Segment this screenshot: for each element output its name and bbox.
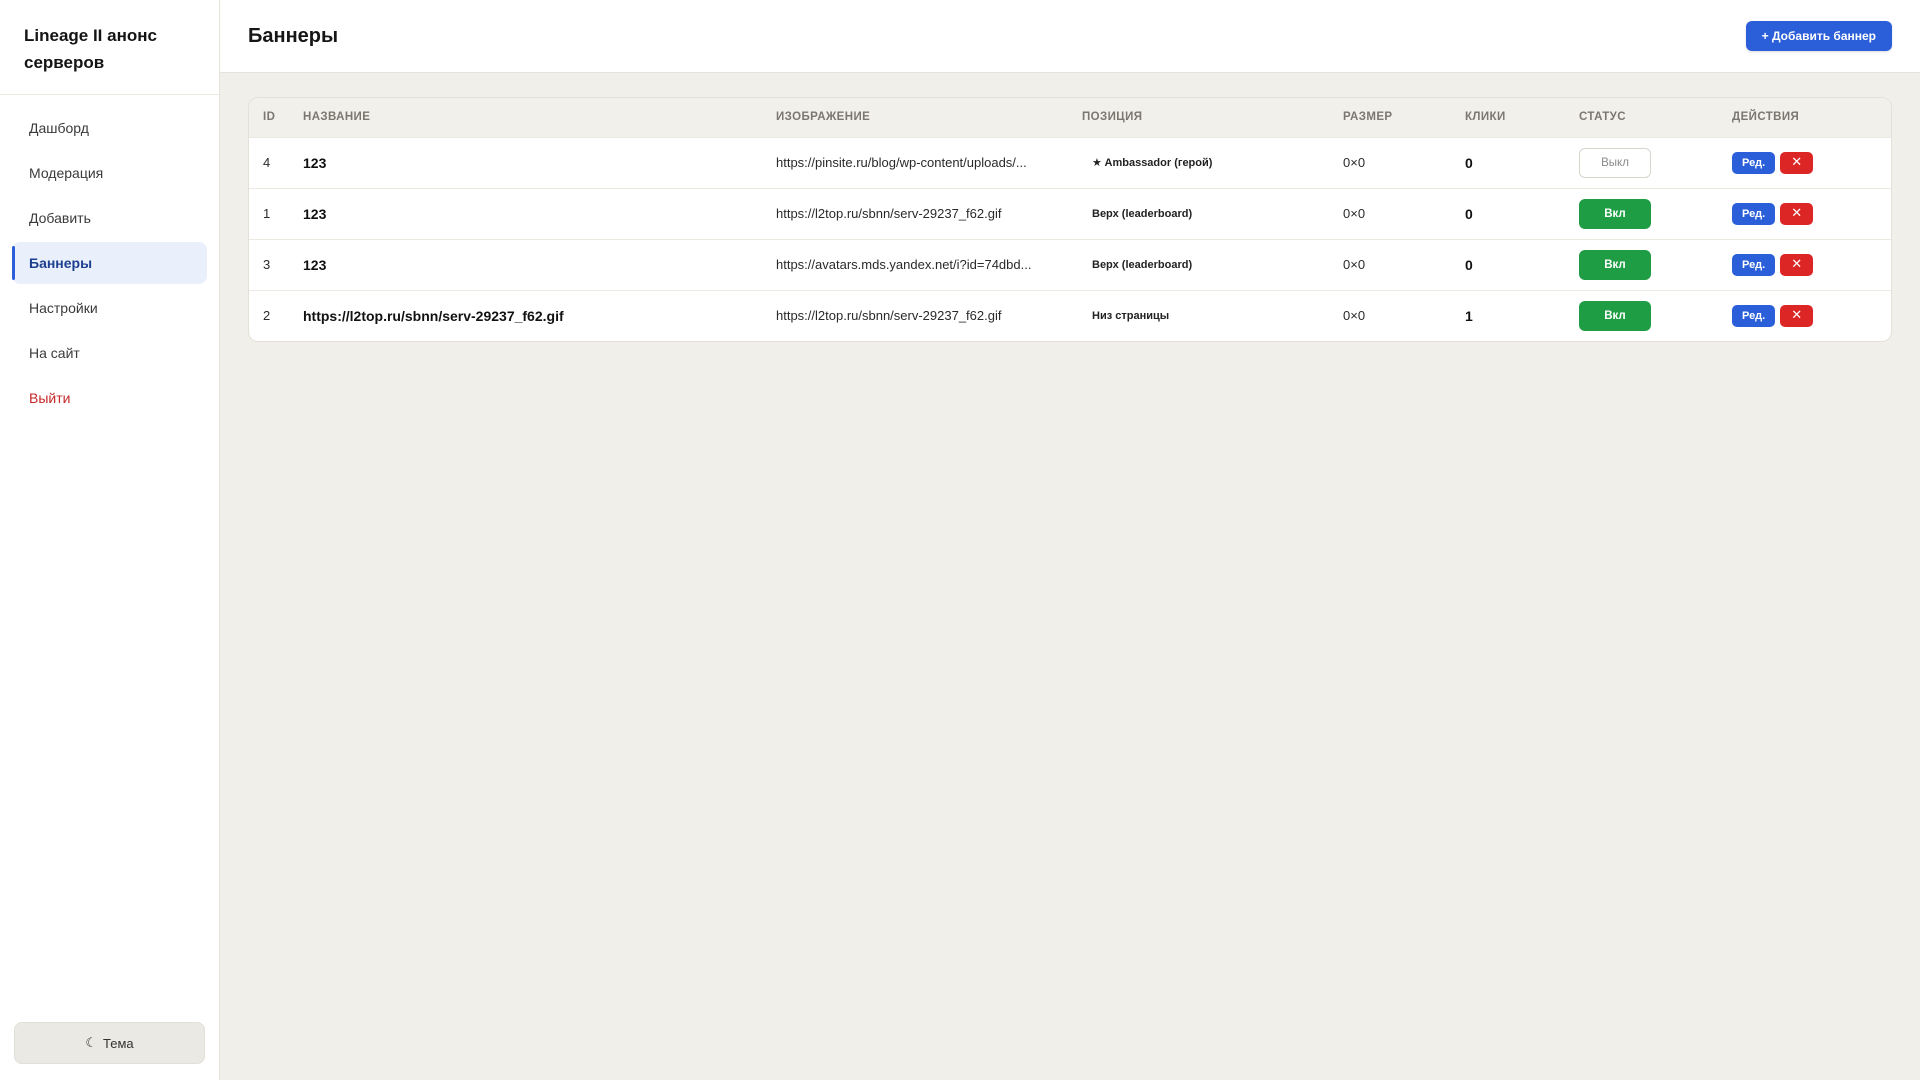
- cell-image: https://l2top.ru/sbnn/serv-29237_f62.gif: [776, 308, 1002, 324]
- sidebar: Lineage II анонс серверов Дашборд Модера…: [0, 0, 220, 1080]
- sidebar-item-to-site[interactable]: На сайт: [12, 332, 207, 374]
- page-title: Баннеры: [248, 24, 339, 47]
- edit-button[interactable]: Ред.: [1732, 151, 1776, 174]
- cell-image: https://l2top.ru/sbnn/serv-29237_f62.gif: [776, 206, 1002, 221]
- cell-clicks: 0: [1465, 154, 1473, 171]
- cell-status: Вкл: [1565, 290, 1718, 341]
- app-root: Lineage II анонс серверов Дашборд Модера…: [0, 0, 1920, 1080]
- table-row: 3 123 https://avatars.mds.yandex.net/i?i…: [249, 239, 1891, 290]
- cell-status: Вкл: [1565, 239, 1718, 290]
- status-toggle-button[interactable]: Вкл: [1579, 198, 1651, 229]
- row-actions: Ред. ✕: [1732, 253, 1891, 276]
- brand-line-1: Lineage II анонс: [24, 26, 157, 45]
- table-row: 2 https://l2top.ru/sbnn/serv-29237_f62.g…: [249, 290, 1891, 341]
- row-actions: Ред. ✕: [1732, 151, 1891, 174]
- table-header-row: ID НАЗВАНИЕ ИЗОБРАЖЕНИЕ ПОЗИЦИЯ РАЗМЕР К…: [249, 98, 1891, 137]
- cell-size: 0×0: [1343, 206, 1366, 221]
- delete-button[interactable]: ✕: [1780, 253, 1814, 276]
- cell-position: Низ страницы: [1092, 309, 1170, 322]
- content: ID НАЗВАНИЕ ИЗОБРАЖЕНИЕ ПОЗИЦИЯ РАЗМЕР К…: [220, 73, 1920, 366]
- cell-clicks: 0: [1465, 256, 1473, 273]
- col-header-clicks: КЛИКИ: [1465, 111, 1506, 124]
- cell-size: 0×0: [1343, 155, 1366, 170]
- cell-status: Выкл: [1565, 137, 1718, 188]
- sidebar-item-banners[interactable]: Баннеры: [12, 242, 207, 284]
- row-actions: Ред. ✕: [1732, 304, 1891, 327]
- theme-toggle-button[interactable]: ☾ Тема: [14, 1022, 205, 1064]
- col-header-position: ПОЗИЦИЯ: [1082, 111, 1143, 124]
- theme-label: Тема: [103, 1035, 134, 1051]
- main-area: Баннеры + Добавить баннер ID НАЗВАНИЕ ИЗ…: [220, 0, 1920, 1080]
- sidebar-item-settings[interactable]: Настройки: [12, 287, 207, 329]
- banners-table-card: ID НАЗВАНИЕ ИЗОБРАЖЕНИЕ ПОЗИЦИЯ РАЗМЕР К…: [248, 97, 1892, 342]
- banners-table: ID НАЗВАНИЕ ИЗОБРАЖЕНИЕ ПОЗИЦИЯ РАЗМЕР К…: [249, 98, 1891, 341]
- col-header-status: СТАТУС: [1579, 111, 1626, 124]
- edit-button[interactable]: Ред.: [1732, 304, 1776, 327]
- cell-name: 123: [303, 205, 327, 222]
- col-header-name: НАЗВАНИЕ: [303, 111, 371, 124]
- edit-button[interactable]: Ред.: [1732, 202, 1776, 225]
- topbar: Баннеры + Добавить баннер: [220, 0, 1920, 73]
- cell-size: 0×0: [1343, 257, 1366, 272]
- add-banner-button[interactable]: + Добавить баннер: [1745, 21, 1892, 51]
- table-row: 1 123 https://l2top.ru/sbnn/serv-29237_f…: [249, 188, 1891, 239]
- table-row: 4 123 https://pinsite.ru/blog/wp-content…: [249, 137, 1891, 188]
- cell-position: Верх (leaderboard): [1092, 207, 1193, 220]
- cell-name: https://l2top.ru/sbnn/serv-29237_f62.gif: [303, 307, 564, 324]
- sidebar-item-moderation[interactable]: Модерация: [12, 152, 207, 194]
- cell-clicks: 0: [1465, 205, 1473, 222]
- delete-button[interactable]: ✕: [1780, 304, 1814, 327]
- cell-id: 1: [263, 206, 271, 221]
- col-header-image: ИЗОБРАЖЕНИЕ: [776, 111, 871, 124]
- cell-size: 0×0: [1343, 308, 1366, 324]
- sidebar-nav: Дашборд Модерация Добавить Баннеры Настр…: [0, 95, 219, 434]
- cell-image: https://pinsite.ru/blog/wp-content/uploa…: [776, 155, 1027, 170]
- delete-button[interactable]: ✕: [1780, 202, 1814, 225]
- cell-id: 4: [263, 155, 271, 170]
- col-header-actions: ДЕЙСТВИЯ: [1732, 111, 1800, 124]
- sidebar-item-logout[interactable]: Выйти: [12, 377, 207, 419]
- sidebar-item-dashboard[interactable]: Дашборд: [12, 107, 207, 149]
- cell-position: Верх (leaderboard): [1092, 258, 1193, 271]
- cell-actions: Ред. ✕: [1718, 239, 1891, 290]
- brand-line-2: серверов: [24, 53, 105, 72]
- moon-icon: ☾: [85, 1035, 98, 1050]
- edit-button[interactable]: Ред.: [1732, 253, 1776, 276]
- status-toggle-button[interactable]: Выкл: [1579, 147, 1651, 178]
- cell-name: 123: [303, 256, 327, 273]
- row-actions: Ред. ✕: [1732, 202, 1891, 225]
- cell-clicks: 1: [1465, 307, 1473, 324]
- status-toggle-button[interactable]: Вкл: [1579, 300, 1651, 331]
- status-toggle-button[interactable]: Вкл: [1579, 249, 1651, 280]
- delete-button[interactable]: ✕: [1780, 151, 1814, 174]
- cell-id: 2: [263, 308, 271, 324]
- cell-image: https://avatars.mds.yandex.net/i?id=74db…: [776, 257, 1032, 272]
- cell-name: 123: [303, 154, 327, 171]
- cell-position: ★ Ambassador (герой): [1092, 157, 1213, 169]
- cell-id: 3: [263, 257, 271, 272]
- cell-status: Вкл: [1565, 188, 1718, 239]
- cell-actions: Ред. ✕: [1718, 290, 1891, 341]
- col-header-size: РАЗМЕР: [1343, 111, 1393, 124]
- col-header-id: ID: [263, 111, 276, 124]
- cell-actions: Ред. ✕: [1718, 188, 1891, 239]
- sidebar-item-add[interactable]: Добавить: [12, 197, 207, 239]
- cell-actions: Ред. ✕: [1718, 137, 1891, 188]
- brand-title: Lineage II анонс серверов: [0, 0, 219, 95]
